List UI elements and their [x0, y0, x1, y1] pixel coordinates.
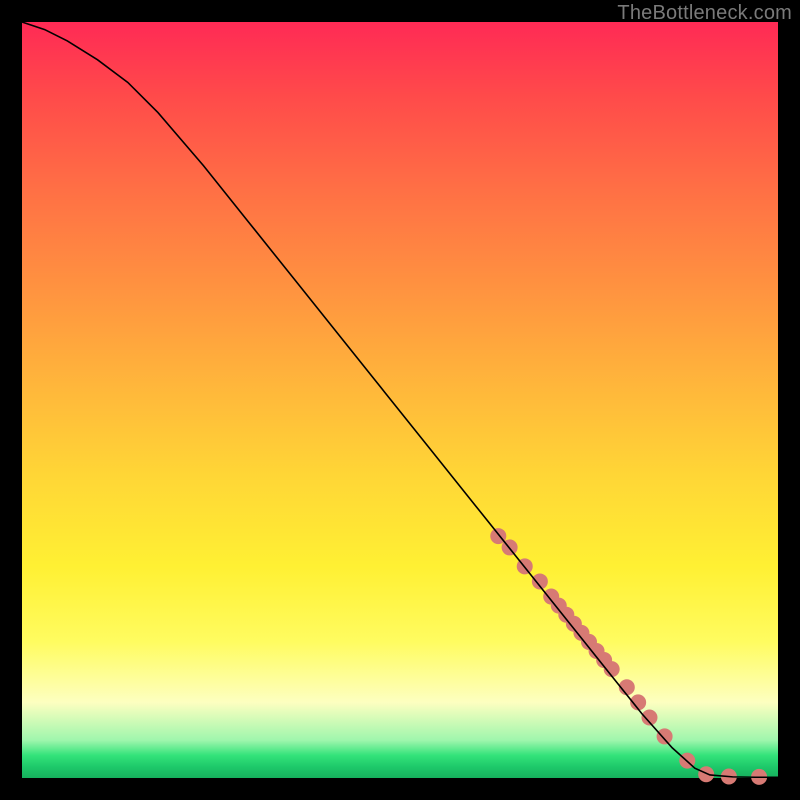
chart-stage: TheBottleneck.com: [0, 0, 800, 800]
plot-area: [22, 22, 778, 778]
main-curve: [22, 22, 778, 777]
marker-dots: [490, 528, 767, 785]
marker-dot: [657, 728, 673, 744]
chart-svg: [22, 22, 778, 778]
marker-dot: [698, 766, 714, 782]
watermark-text: TheBottleneck.com: [617, 2, 792, 25]
